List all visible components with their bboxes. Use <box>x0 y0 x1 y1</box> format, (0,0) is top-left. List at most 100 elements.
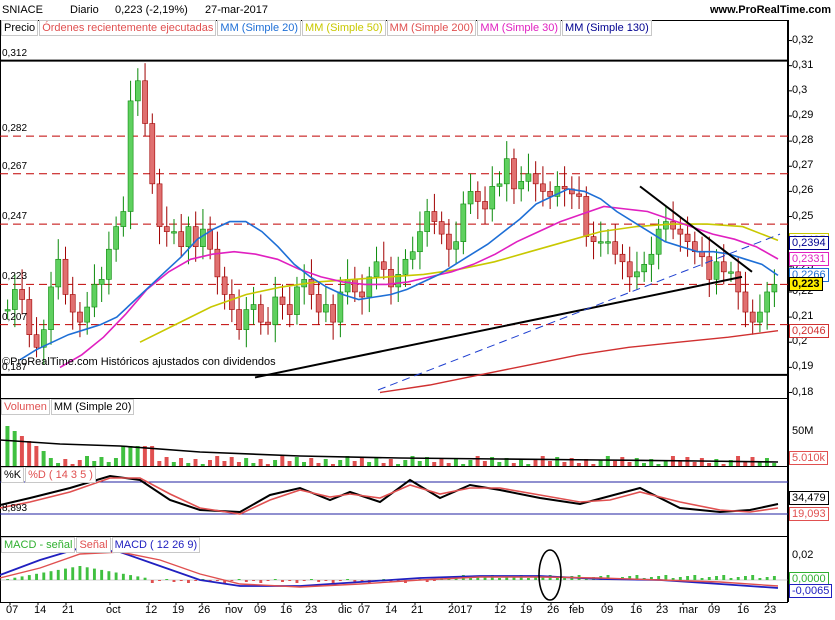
stoch-level-label: 8,893 <box>2 503 28 514</box>
stoch_legend-legend-item[interactable]: %D ( 14 3 5 ) <box>25 467 96 483</box>
volume-bar <box>236 462 241 466</box>
price-axis-tick-label: 0,26 <box>792 184 814 197</box>
volume_legend-legend-item[interactable]: MM (Simple 20) <box>50 399 135 415</box>
x-axis-label: 26 <box>547 604 560 616</box>
volume-bar <box>468 460 473 466</box>
volume-bar <box>453 459 458 466</box>
macd-legend: MACD - señal Señal MACD ( 12 26 9) <box>1 537 201 553</box>
candle <box>113 226 119 250</box>
candle <box>55 258 62 288</box>
stoch_legend-legend-item[interactable]: %K <box>1 467 25 483</box>
x-axis-label: mar <box>679 604 698 616</box>
volume-bar <box>215 456 220 466</box>
volume-bar <box>482 461 487 466</box>
macd-hist-bar <box>100 569 104 580</box>
candle <box>771 284 778 293</box>
macd-hist-bar <box>555 578 559 580</box>
support-trendline <box>254 275 743 379</box>
volume-bar <box>200 464 205 466</box>
x-axis-label: 21 <box>411 604 424 616</box>
x-axis-label: 09 <box>601 604 614 616</box>
volume-bar <box>273 460 278 466</box>
volume-bar <box>555 457 560 466</box>
candle <box>294 286 300 315</box>
macd-hist-bar <box>114 572 118 580</box>
macd-hist-bar <box>295 580 299 583</box>
candle <box>185 226 192 247</box>
macd-value-box: -0,0065 <box>789 584 833 598</box>
candle <box>648 253 655 265</box>
price-box-mm130: 0,2394 <box>789 236 829 251</box>
volume-bar <box>367 462 372 466</box>
price_legend-legend-item[interactable]: MM (Simple 50) <box>302 20 386 36</box>
candle <box>706 256 713 280</box>
price-axis-tick-label: 0,27 <box>792 159 814 172</box>
candle <box>576 193 582 197</box>
candle <box>272 296 279 325</box>
candle <box>474 191 481 202</box>
volume-bar <box>99 457 104 466</box>
x-axis-label: 16 <box>630 604 643 616</box>
price-legend: Precio Órdenes recientemente ejecutadas MM… <box>1 20 653 36</box>
price-axis-tick-label: 0,31 <box>792 58 814 71</box>
candle <box>149 123 156 185</box>
volume-bar <box>432 462 437 466</box>
candle <box>344 279 351 293</box>
chart-root: SNIACE Diario 0,223 (-2,19%) 27-mar-2017… <box>0 0 835 620</box>
price_legend-legend-item[interactable]: Precio <box>1 20 39 36</box>
stoch-k-box: 34,479 <box>789 491 829 505</box>
macd-hist-bar <box>27 575 31 580</box>
candle <box>19 289 25 300</box>
price_legend-legend-item[interactable]: MM (Simple 20) <box>217 20 302 36</box>
price_legend-legend-item[interactable]: MM (Simple 30) <box>477 20 562 36</box>
volume-bar <box>164 457 169 466</box>
candle <box>351 279 358 293</box>
price_legend-legend-item[interactable]: MM (Simple 130) <box>562 20 652 36</box>
candle <box>742 291 749 313</box>
price_legend-legend-item[interactable]: MM (Simple 200) <box>386 20 477 36</box>
volume-bar <box>497 462 502 466</box>
horizontal-level-label: 0,282 <box>2 123 28 135</box>
candle <box>424 211 430 232</box>
macd-hist-bar <box>252 580 256 581</box>
candle <box>409 251 416 260</box>
candle <box>641 263 648 273</box>
candle <box>757 311 763 323</box>
macd-hist-bar <box>143 577 147 580</box>
volume-bar <box>56 463 61 466</box>
candle <box>286 304 293 315</box>
candle <box>496 183 503 187</box>
macd_legend-legend-item[interactable]: MACD - señal <box>1 537 76 553</box>
chart-canvas <box>0 20 792 605</box>
candle <box>62 258 69 295</box>
volume-bar <box>533 460 538 466</box>
macd-hist-bar <box>56 569 60 580</box>
volume-bar <box>721 464 726 466</box>
price_legend-legend-item[interactable]: Órdenes recientemente ejecutadas <box>39 20 217 36</box>
candle <box>749 311 756 323</box>
volume_legend-legend-item[interactable]: Volumen <box>1 399 50 415</box>
macd_legend-legend-item[interactable]: MACD ( 12 26 9) <box>111 537 201 553</box>
volume-value-box: 5.010k <box>789 451 829 465</box>
macd-hist-bar <box>244 580 248 582</box>
candle <box>337 291 344 323</box>
macd-hist-bar <box>92 568 96 580</box>
candle <box>48 286 54 330</box>
candle <box>200 228 206 247</box>
volume-bar <box>446 463 451 466</box>
macd-hist-bar <box>71 567 75 580</box>
candle <box>626 261 633 278</box>
macd-hist-bar <box>85 567 89 580</box>
candle <box>518 181 525 190</box>
x-axis-label: 07 <box>358 604 371 616</box>
macd_legend-legend-item[interactable]: Señal <box>76 537 111 553</box>
macd-hist-bar <box>772 576 776 580</box>
macd-hist-bar <box>678 577 682 580</box>
candle <box>735 271 742 293</box>
candle <box>163 226 170 232</box>
x-axis-label: nov <box>225 604 243 616</box>
price-box-last: 0,223 <box>789 277 823 292</box>
macd-hist-bar <box>172 580 176 582</box>
volume-bar <box>692 462 697 466</box>
macd-hist-bar <box>281 580 284 582</box>
